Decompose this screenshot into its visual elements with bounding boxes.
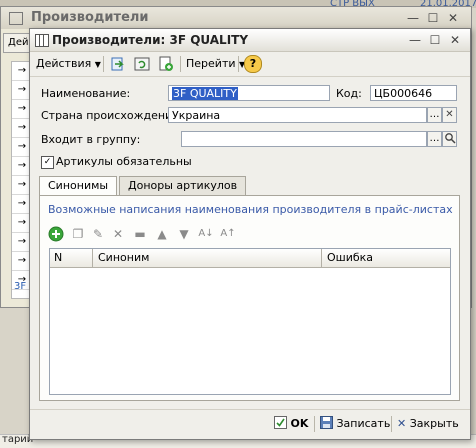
move-up-icon[interactable]: ▲ bbox=[154, 226, 170, 242]
minimize-icon[interactable]: — bbox=[408, 33, 422, 47]
window-icon bbox=[9, 12, 23, 25]
toolbar-divider bbox=[180, 56, 181, 72]
goto-menu-button[interactable]: Перейти ▼ bbox=[186, 55, 245, 73]
country-select-button[interactable]: … bbox=[427, 107, 442, 123]
save-close-icon[interactable] bbox=[109, 55, 127, 73]
close-label: Закрыть bbox=[409, 417, 459, 430]
maximize-icon[interactable]: ☐ bbox=[426, 11, 440, 25]
toolbar-divider bbox=[238, 56, 239, 72]
actions-label: Действия bbox=[36, 57, 92, 70]
goto-label: Перейти bbox=[186, 57, 236, 70]
dialog-title: Производители: 3F QUALITY bbox=[52, 33, 249, 47]
close-icon[interactable]: ✕ bbox=[448, 33, 462, 47]
ok-icon bbox=[274, 416, 287, 429]
column-header-n[interactable]: N bbox=[54, 251, 62, 264]
panel-hint: Возможные написания наименования произво… bbox=[48, 203, 453, 216]
floppy-icon bbox=[320, 416, 333, 429]
background-titlebar: Производители — ☐ ✕ bbox=[1, 7, 471, 29]
column-divider bbox=[92, 249, 93, 267]
articles-required-label: Артикулы обязательны bbox=[56, 155, 192, 168]
edit-icon[interactable]: ✎ bbox=[90, 226, 106, 242]
save-icon[interactable]: ▬ bbox=[132, 226, 148, 242]
move-down-icon[interactable]: ▼ bbox=[176, 226, 192, 242]
background-link[interactable]: 3F bbox=[14, 281, 26, 292]
ok-label: OK bbox=[290, 417, 309, 430]
column-divider bbox=[321, 249, 322, 267]
table-header: N Синоним Ошибка bbox=[50, 249, 450, 268]
synonyms-table: N Синоним Ошибка bbox=[49, 248, 451, 395]
refresh-icon[interactable] bbox=[133, 55, 151, 73]
sort-desc-icon[interactable]: A↑ bbox=[220, 226, 236, 242]
group-label: Входит в группу: bbox=[41, 133, 141, 146]
column-header-synonym[interactable]: Синоним bbox=[98, 251, 149, 264]
help-icon[interactable]: ? bbox=[244, 55, 262, 73]
delete-icon[interactable]: ✕ bbox=[110, 226, 126, 242]
synonyms-toolbar: ❐ ✎ ✕ ▬ ▲ ▼ A↓ A↑ bbox=[48, 224, 268, 244]
name-value: 3F QUALITY bbox=[172, 87, 238, 100]
copy-icon[interactable]: ❐ bbox=[70, 226, 86, 242]
group-select-button[interactable]: … bbox=[427, 131, 442, 147]
articles-required-checkbox[interactable]: ✓ bbox=[41, 156, 54, 169]
country-label: Страна происхождения: bbox=[41, 109, 183, 122]
name-label: Наименование: bbox=[41, 87, 131, 100]
column-header-error[interactable]: Ошибка bbox=[327, 251, 373, 264]
save-label: Записать bbox=[336, 417, 391, 430]
group-search-icon[interactable] bbox=[442, 131, 457, 147]
button-divider bbox=[391, 416, 392, 432]
name-field[interactable]: 3F QUALITY bbox=[168, 85, 330, 101]
country-field[interactable]: Украина bbox=[168, 107, 427, 123]
dialog-titlebar[interactable]: Производители: 3F QUALITY — ☐ ✕ bbox=[30, 29, 470, 52]
close-icon: ✕ bbox=[397, 417, 407, 430]
close-icon[interactable]: ✕ bbox=[446, 11, 460, 25]
tab-article-donors[interactable]: Доноры артикулов bbox=[119, 176, 247, 195]
close-button[interactable]: ✕ Закрыть bbox=[397, 415, 459, 433]
actions-menu-button[interactable]: Действия ▼ bbox=[36, 55, 101, 73]
dialog-button-bar: OK Записать ✕ Закрыть bbox=[30, 409, 470, 438]
window-icon bbox=[35, 34, 49, 47]
code-field[interactable]: ЦБ000646 bbox=[370, 85, 457, 101]
add-copy-icon[interactable] bbox=[157, 55, 175, 73]
tab-synonyms[interactable]: Синонимы bbox=[39, 176, 118, 196]
country-clear-icon[interactable]: ✕ bbox=[442, 107, 457, 123]
maximize-icon[interactable]: ☐ bbox=[428, 33, 442, 47]
dropdown-arrow-icon: ▼ bbox=[94, 60, 101, 69]
toolbar: Действия ▼ Перейти ▼ ? bbox=[30, 52, 470, 77]
toolbar-divider bbox=[103, 56, 104, 72]
add-icon[interactable] bbox=[48, 226, 64, 242]
code-label: Код: bbox=[336, 87, 362, 100]
group-field[interactable] bbox=[181, 131, 427, 147]
background-window-title: Производители bbox=[31, 10, 149, 25]
sort-asc-icon[interactable]: A↓ bbox=[198, 226, 214, 242]
minimize-icon[interactable]: — bbox=[406, 11, 420, 25]
synonyms-panel: Возможные написания наименования произво… bbox=[39, 195, 460, 401]
button-divider bbox=[314, 416, 315, 432]
save-button[interactable]: Записать bbox=[320, 415, 390, 433]
manufacturer-dialog: Производители: 3F QUALITY — ☐ ✕ Действия… bbox=[29, 28, 471, 440]
ok-button[interactable]: OK bbox=[274, 415, 308, 433]
